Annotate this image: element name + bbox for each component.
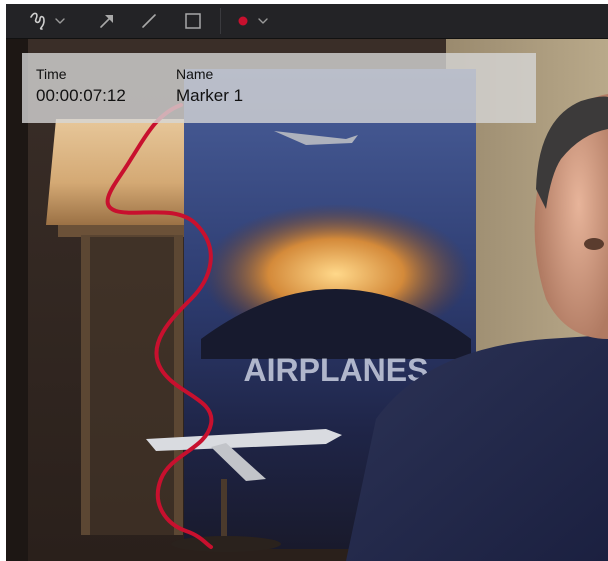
rectangle-icon [185, 13, 201, 29]
annotation-toolbar [6, 4, 608, 39]
squiggle-icon [30, 12, 65, 30]
time-header: Time [36, 66, 67, 82]
line-icon [142, 14, 156, 28]
toolbar-divider [220, 8, 221, 34]
color-picker[interactable] [233, 4, 277, 38]
arrow-icon [100, 15, 113, 28]
video-frame[interactable]: AIRPLANES Time 00:00:07:12 Name Marker 1 [6, 39, 608, 561]
freehand-draw-tool[interactable] [28, 4, 70, 38]
marker-name-column: Name Marker 1 [176, 65, 243, 107]
time-value: 00:00:07:12 [36, 86, 126, 105]
marker-name-value: Marker 1 [176, 86, 244, 105]
marker-info-overlay: Time 00:00:07:12 Name Marker 1 [22, 53, 536, 123]
arrow-tool[interactable] [90, 4, 124, 38]
line-tool[interactable] [132, 4, 166, 38]
video-viewer-window: AIRPLANES Time 00:00:07:12 Name Marker 1 [6, 4, 608, 561]
chevron-down-icon [258, 18, 268, 24]
rectangle-tool[interactable] [176, 4, 210, 38]
color-dot-icon [238, 16, 268, 26]
chevron-down-icon [55, 18, 65, 24]
marker-time-column: Time 00:00:07:12 [36, 65, 126, 107]
name-header: Name [176, 66, 214, 82]
